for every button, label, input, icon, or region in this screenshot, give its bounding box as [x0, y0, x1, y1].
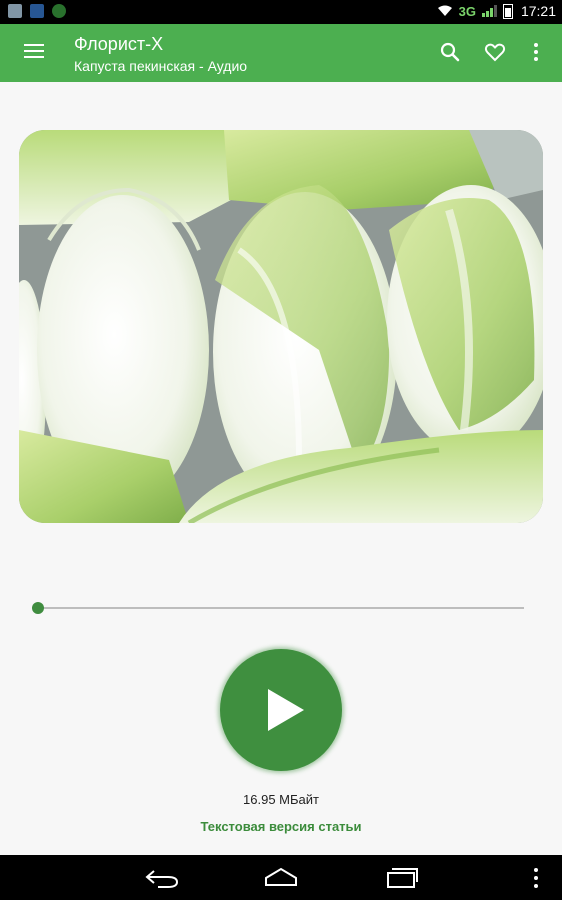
app-title: Флорист-Х	[74, 34, 164, 54]
app-bar: Флорист-Х Капуста пекинская - Аудио	[0, 24, 562, 82]
audio-progress-thumb[interactable]	[32, 602, 44, 614]
wifi-icon	[437, 5, 452, 16]
menu-icon[interactable]	[24, 44, 44, 60]
cabbage-image	[19, 130, 543, 523]
battery-icon	[502, 3, 513, 19]
app-icon	[30, 4, 44, 18]
network-type: 3G	[458, 3, 476, 19]
more-vert-icon[interactable]	[530, 867, 542, 889]
system-icons: 3G 17:21	[437, 3, 556, 19]
system-nav-bar	[0, 855, 562, 900]
file-size-label: 16.95 МБайт	[243, 792, 319, 807]
circle-app-icon	[52, 4, 66, 18]
back-icon[interactable]	[144, 865, 180, 889]
play-icon	[268, 689, 304, 731]
recent-apps-icon[interactable]	[384, 865, 420, 889]
clock: 17:21	[520, 3, 556, 19]
gallery-icon	[8, 4, 22, 18]
status-bar: 3G 17:21	[0, 0, 562, 24]
play-button[interactable]	[220, 649, 342, 771]
audio-progress-track[interactable]	[38, 607, 524, 609]
more-vert-icon[interactable]	[524, 40, 548, 64]
notification-icons	[8, 4, 66, 18]
app-subtitle: Капуста пекинская - Аудио	[74, 58, 248, 74]
signal-icon	[481, 5, 497, 17]
home-icon[interactable]	[262, 865, 300, 889]
text-version-link[interactable]: Текстовая версия статьи	[0, 819, 562, 834]
heart-icon[interactable]	[483, 40, 507, 64]
search-icon[interactable]	[438, 40, 462, 64]
